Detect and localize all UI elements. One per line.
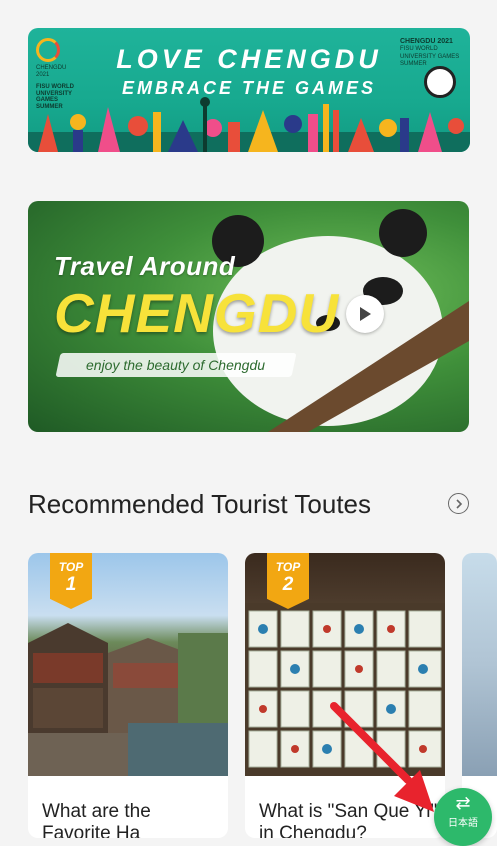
banner-travel-text: Travel Around bbox=[54, 251, 236, 281]
top-rank-badge: TOP 2 bbox=[267, 553, 309, 609]
travel-video-banner[interactable]: Travel Around CHENGDU enjoy the beauty o… bbox=[28, 201, 469, 432]
play-video-button[interactable] bbox=[346, 295, 384, 333]
chengdu-2021-logo: CHENGDU 2021 FISU WORLD UNIVERSITY GAMES… bbox=[400, 38, 460, 68]
language-label: 日本語 bbox=[448, 818, 478, 829]
banner-tagline: enjoy the beauty of Chengdu bbox=[55, 353, 297, 377]
chevron-right-icon bbox=[455, 498, 462, 509]
route-card-1-photo: TOP 1 bbox=[28, 553, 228, 776]
route-card-3-photo bbox=[462, 553, 497, 776]
badge-top-label: TOP bbox=[58, 560, 84, 574]
recommended-routes-title: Recommended Tourist Toutes bbox=[28, 489, 372, 519]
banner-tagline-text: enjoy the beauty of Chengdu bbox=[86, 357, 266, 373]
swap-arrows-icon: ⇄ bbox=[455, 793, 471, 813]
athletes-skyline-illustration bbox=[28, 97, 470, 152]
see-more-button[interactable] bbox=[448, 493, 469, 514]
banner-city-name: CHENGDU bbox=[54, 282, 340, 344]
top-rank-badge: TOP 1 bbox=[50, 553, 92, 609]
route-card-1-title: What are the Favorite Ha bbox=[42, 801, 151, 838]
badge-top-label: TOP bbox=[275, 560, 301, 574]
logo-right-sub: FISU WORLD UNIVERSITY GAMES SUMMER bbox=[400, 46, 460, 67]
badge-rank-number: 1 bbox=[65, 574, 77, 595]
language-switch-button[interactable]: ⇄ 日本語 bbox=[434, 788, 492, 846]
old-town-illustration bbox=[28, 623, 228, 776]
badge-rank-number: 2 bbox=[282, 574, 294, 595]
games-banner[interactable]: CHENGDU 2021 FISU WORLD UNIVERSITY GAMES… bbox=[28, 28, 470, 152]
route-card-1[interactable]: TOP 1 What are the Favorite Ha bbox=[28, 553, 228, 838]
logo-right-text: CHENGDU 2021 bbox=[400, 38, 453, 45]
red-pointer-arrow-icon bbox=[330, 702, 434, 812]
play-icon bbox=[360, 307, 371, 321]
